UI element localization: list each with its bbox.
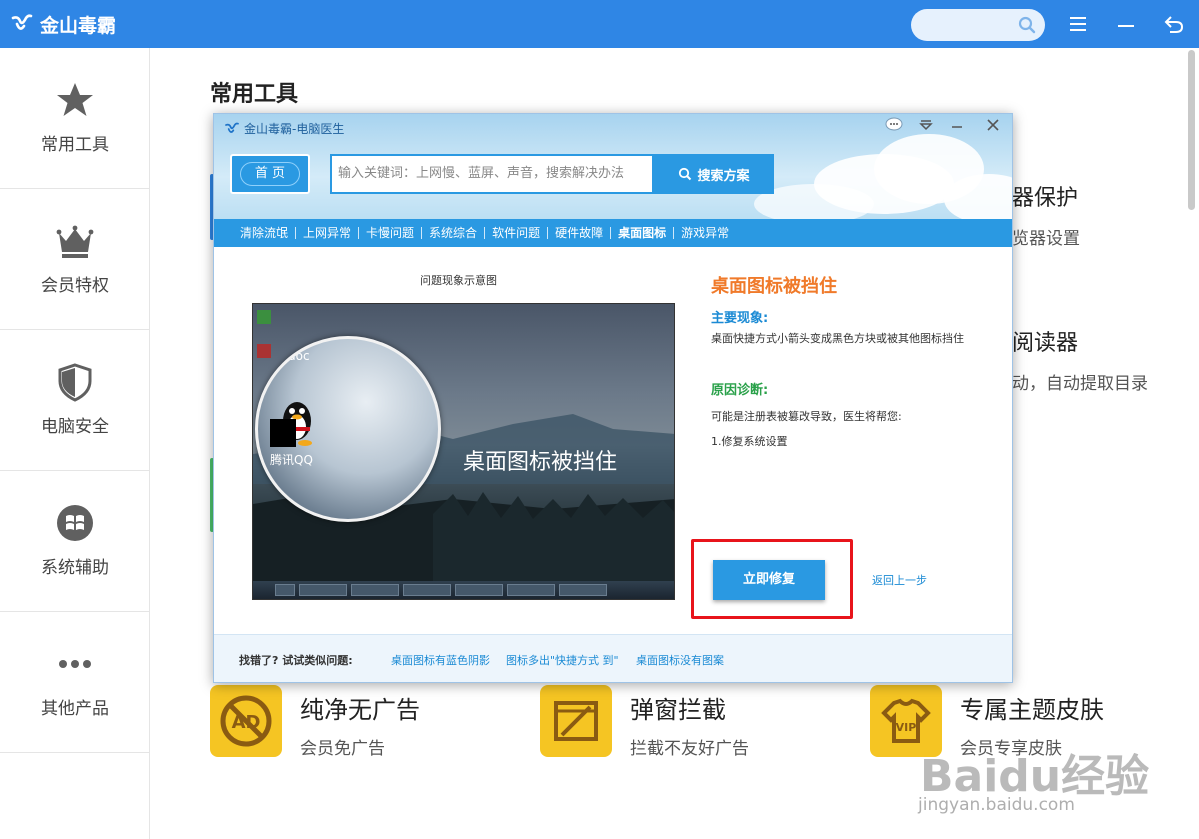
title-bar: 金山毒霸 bbox=[0, 0, 1199, 48]
scrollbar[interactable] bbox=[1188, 50, 1195, 210]
tool-no-ad-card[interactable]: AD bbox=[210, 685, 282, 757]
tool-desc: 会员免广告 bbox=[300, 739, 385, 759]
crown-icon bbox=[56, 225, 94, 258]
similar-issue-link[interactable]: 图标多出"快捷方式 到" bbox=[506, 652, 619, 668]
star-icon bbox=[57, 83, 93, 116]
sidebar-item-security[interactable]: 电脑安全 bbox=[0, 330, 150, 471]
magnifier-circle: doc 腾讯QQ bbox=[255, 336, 441, 522]
tab-category[interactable]: 上网异常 bbox=[296, 227, 360, 239]
close-icon[interactable] bbox=[983, 116, 1003, 134]
keyword-search-input[interactable]: 输入关键词：上网慢、蓝屏、声音，搜索解决办法 bbox=[330, 154, 654, 194]
taskbar bbox=[253, 581, 674, 599]
minimize-icon[interactable] bbox=[947, 116, 967, 134]
dialog-title-text: 金山毒霸-电脑医生 bbox=[244, 122, 345, 136]
tab-category[interactable]: 系统综合 bbox=[422, 227, 486, 239]
desktop-app-icon bbox=[257, 310, 271, 324]
symptom-heading: 主要现象: bbox=[711, 311, 769, 326]
tool-browser-protect[interactable]: 器保护 览器设置 bbox=[1012, 180, 1080, 249]
baidu-watermark-url: jingyan.baidu.com bbox=[918, 795, 1075, 815]
tool-popup-card[interactable] bbox=[540, 685, 612, 757]
tool-title: 阅读器 bbox=[1012, 331, 1079, 356]
tool-reader[interactable]: 阅读器 动，自动提取目录 bbox=[1012, 325, 1148, 394]
sidebar-item-label: 电脑安全 bbox=[41, 417, 109, 437]
sidebar: 常用工具 会员特权 电脑安全 系统辅助 其他产品 bbox=[0, 48, 150, 839]
similar-issue-link[interactable]: 桌面图标没有图案 bbox=[636, 652, 724, 668]
logo-icon bbox=[11, 14, 33, 30]
image-caption: 问题现象示意图 bbox=[420, 274, 497, 287]
sidebar-item-label: 其他产品 bbox=[41, 699, 109, 719]
category-tabs: 清除流氓 上网异常 卡慢问题 系统综合 软件问题 硬件故障 桌面图标 游戏异常 bbox=[214, 219, 1012, 247]
screenshot-caption: 桌面图标被挡住 bbox=[463, 450, 618, 475]
search-solution-label: 搜索方案 bbox=[697, 168, 750, 184]
menu-icon[interactable] bbox=[1066, 12, 1090, 36]
no-ad-icon: AD bbox=[220, 695, 272, 747]
tab-category-active[interactable]: 桌面图标 bbox=[611, 227, 675, 239]
tab-category[interactable]: 软件问题 bbox=[485, 227, 549, 239]
home-label: 首 页 bbox=[239, 162, 301, 186]
tool-title[interactable]: 弹窗拦截 bbox=[630, 690, 726, 725]
home-button[interactable]: 首 页 bbox=[230, 154, 310, 194]
sidebar-item-vip[interactable]: 会员特权 bbox=[0, 189, 150, 330]
tab-category[interactable]: 卡慢问题 bbox=[359, 227, 423, 239]
popup-block-icon bbox=[554, 701, 598, 741]
diagnosis-text: 可能是注册表被篡改导致，医生将帮您: bbox=[711, 410, 902, 423]
tool-desc: 动，自动提取目录 bbox=[1012, 374, 1148, 394]
diagnosis-step: 1.修复系统设置 bbox=[711, 435, 788, 448]
qq-label: 腾讯QQ bbox=[270, 453, 313, 467]
sidebar-item-label: 会员特权 bbox=[41, 276, 109, 296]
svg-text:AD: AD bbox=[232, 712, 261, 733]
search-icon bbox=[679, 167, 692, 181]
tab-category[interactable]: 硬件故障 bbox=[548, 227, 612, 239]
problem-screenshot: doc 腾讯QQ 桌面图标被挡住 bbox=[252, 303, 675, 600]
tool-title[interactable]: 专属主题皮肤 bbox=[960, 690, 1104, 725]
diagnosis-heading: 原因诊断: bbox=[711, 383, 769, 398]
search-icon[interactable] bbox=[1017, 15, 1037, 35]
back-icon[interactable] bbox=[1162, 12, 1186, 36]
dropdown-icon[interactable] bbox=[916, 116, 936, 134]
sidebar-item-other[interactable]: 其他产品 bbox=[0, 612, 150, 753]
minimize-icon[interactable] bbox=[1114, 12, 1138, 36]
doc-label: doc bbox=[288, 349, 310, 363]
tool-title: 器保护 bbox=[1012, 186, 1079, 211]
similar-issues-label: 找错了? 试试类似问题: bbox=[239, 654, 353, 667]
tool-desc: 拦截不友好广告 bbox=[630, 739, 749, 759]
sidebar-item-tools[interactable]: 常用工具 bbox=[0, 48, 150, 189]
tab-category[interactable]: 清除流氓 bbox=[240, 227, 297, 239]
dialog-header: 金山毒霸-电脑医生 首 页 输入关键词：上网慢、蓝屏、声音，搜索解决办法 搜索方… bbox=[214, 114, 1012, 219]
logo-icon bbox=[225, 122, 239, 133]
app-logo: 金山毒霸 bbox=[10, 10, 116, 38]
tool-title[interactable]: 纯净无广告 bbox=[300, 690, 420, 725]
sidebar-item-system[interactable]: 系统辅助 bbox=[0, 471, 150, 612]
dialog-title: 金山毒霸-电脑医生 bbox=[224, 120, 344, 137]
tab-category[interactable]: 游戏异常 bbox=[674, 227, 736, 239]
shield-icon bbox=[58, 363, 92, 402]
tool-desc: 览器设置 bbox=[1012, 229, 1080, 249]
highlight-box bbox=[691, 539, 853, 619]
symptom-text: 桌面快捷方式小箭头变成黑色方块或被其他图标挡住 bbox=[711, 332, 964, 345]
more-icon bbox=[59, 660, 91, 668]
svg-text:VIP: VIP bbox=[896, 721, 917, 734]
similar-issue-link[interactable]: 桌面图标有蓝色阴影 bbox=[391, 652, 490, 668]
back-link[interactable]: 返回上一步 bbox=[872, 572, 927, 588]
dialog-footer: 找错了? 试试类似问题: 桌面图标有蓝色阴影 图标多出"快捷方式 到" 桌面图标… bbox=[214, 634, 1012, 682]
black-square-overlay bbox=[270, 419, 296, 447]
windows-icon bbox=[57, 505, 93, 541]
sidebar-item-label: 常用工具 bbox=[41, 135, 109, 155]
search-solution-button[interactable]: 搜索方案 bbox=[654, 154, 774, 194]
app-name: 金山毒霸 bbox=[40, 14, 117, 37]
sidebar-item-label: 系统辅助 bbox=[41, 558, 109, 578]
search-input[interactable] bbox=[911, 9, 1045, 41]
pc-doctor-dialog: 金山毒霸-电脑医生 首 页 输入关键词：上网慢、蓝屏、声音，搜索解决办法 搜索方… bbox=[213, 113, 1013, 683]
page-title: 常用工具 bbox=[210, 82, 299, 107]
desktop-app-icon bbox=[257, 344, 271, 358]
feedback-icon[interactable] bbox=[884, 116, 904, 134]
issue-title: 桌面图标被挡住 bbox=[711, 276, 837, 297]
